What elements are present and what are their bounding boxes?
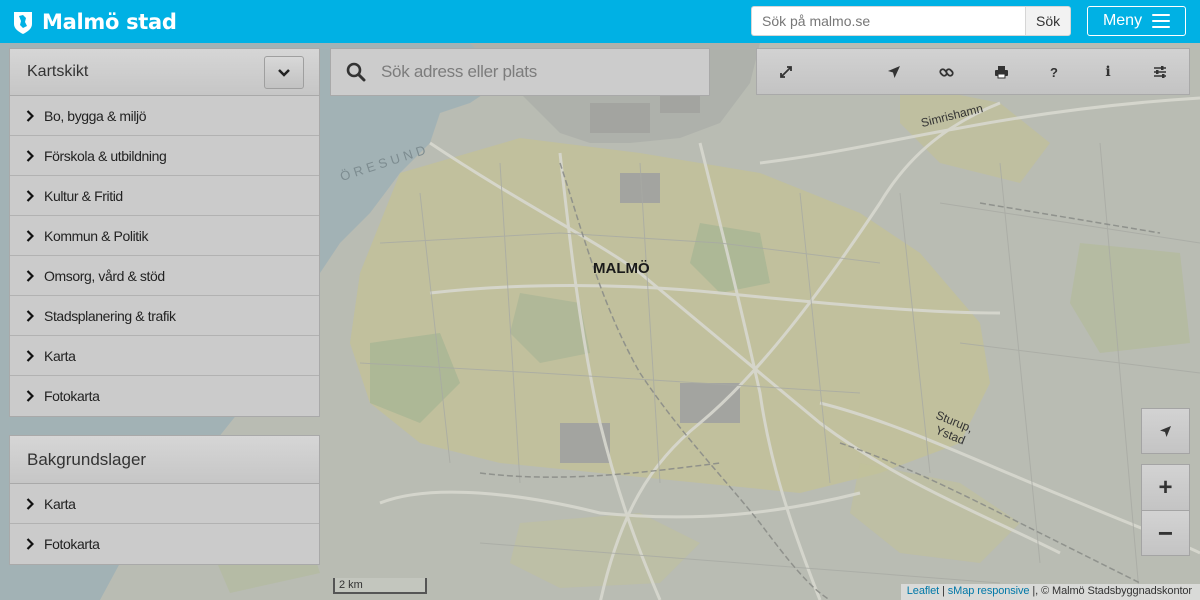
location-arrow-icon (1160, 425, 1171, 437)
menu-button[interactable]: Meny (1087, 6, 1186, 36)
layer-group-label: Kultur & Fritid (44, 187, 123, 204)
chevron-right-icon (26, 309, 34, 322)
settings-sliders-icon (1154, 66, 1166, 78)
layer-group-label: Karta (44, 347, 76, 364)
layer-group-forskola-utbildning[interactable]: Förskola & utbildning (10, 136, 319, 176)
info-button[interactable]: i (1097, 61, 1119, 83)
base-layer-label: Karta (44, 495, 76, 512)
link-button[interactable] (935, 61, 957, 83)
minus-icon: − (1157, 517, 1174, 548)
layer-group-label: Fotokarta (44, 388, 100, 404)
fullscreen-icon (780, 66, 792, 78)
layer-group-bo-bygga-miljo[interactable]: Bo, bygga & miljö (10, 96, 319, 136)
layer-group-omsorg-vard-stod[interactable]: Omsorg, vård & stöd (10, 256, 319, 296)
menu-label: Meny (1102, 12, 1143, 29)
print-button[interactable] (990, 61, 1012, 83)
layer-group-label: Stadsplanering & trafik (44, 307, 176, 324)
leaflet-link[interactable]: Leaflet (907, 585, 939, 597)
background-layers-title: Bakgrundslager (27, 449, 147, 469)
chevron-right-icon (26, 538, 34, 550)
chevron-right-icon (26, 109, 34, 122)
layer-group-label: Omsorg, vård & stöd (44, 267, 165, 284)
site-search: Sök (751, 6, 1071, 36)
map-attribution: Leaflet | sMap responsive |, © Malmö Sta… (900, 584, 1200, 600)
chevron-right-icon (26, 229, 34, 242)
map-search-box (330, 48, 710, 96)
airplane-button[interactable] (883, 61, 905, 83)
layer-group-stadsplanering-trafik[interactable]: Stadsplanering & trafik (10, 296, 319, 336)
airplane-icon (888, 66, 900, 78)
layer-group-kommun-politik[interactable]: Kommun & Politik (10, 216, 319, 256)
info-icon: i (1105, 64, 1111, 80)
site-logo[interactable]: Malmö stad (12, 7, 177, 37)
map-scale: 2 km (333, 578, 427, 594)
chevron-right-icon (26, 149, 34, 162)
zoom-in-button[interactable]: + (1141, 464, 1190, 510)
layers-panel: Kartskikt Bo, bygga & miljö Förskola & u… (9, 48, 320, 417)
griffin-logo-icon (14, 12, 32, 34)
hamburger-icon (1152, 14, 1171, 28)
site-search-button[interactable]: Sök (1025, 6, 1071, 36)
link-icon (938, 67, 954, 77)
fullscreen-button[interactable] (775, 61, 797, 83)
map-label-city: MALMÖ (593, 260, 650, 277)
layer-group-fotokarta[interactable]: Fotokarta (10, 376, 319, 416)
base-layer-karta[interactable]: Karta (10, 484, 319, 524)
site-search-input[interactable] (751, 6, 1026, 36)
settings-button[interactable] (1149, 61, 1171, 83)
search-icon (346, 62, 366, 82)
chevron-right-icon (26, 390, 34, 402)
background-layers-panel: Bakgrundslager Karta Fotokarta (9, 435, 320, 565)
help-button[interactable]: ? (1043, 61, 1065, 83)
layer-group-label: Bo, bygga & miljö (44, 107, 147, 124)
background-layers-header: Bakgrundslager (10, 436, 319, 484)
zoom-out-button[interactable]: − (1141, 510, 1190, 556)
layers-panel-title: Kartskikt (27, 63, 89, 80)
site-header: Malmö stad Sök Meny (0, 0, 1200, 43)
base-layer-label: Fotokarta (44, 536, 100, 552)
collapse-panel-button[interactable] (264, 56, 304, 89)
chevron-right-icon (26, 269, 34, 282)
chevron-right-icon (26, 497, 34, 510)
chevron-right-icon (26, 349, 34, 362)
base-layer-fotokarta[interactable]: Fotokarta (10, 524, 319, 564)
plus-icon: + (1158, 473, 1173, 501)
chevron-down-icon (278, 68, 290, 77)
attribution-text: |, © Malmö Stadsbyggnadskontor (1029, 585, 1192, 597)
layers-panel-header: Kartskikt (10, 49, 319, 96)
map-search-input[interactable] (381, 62, 701, 82)
help-icon: ? (1050, 64, 1058, 80)
attribution-separator: | (939, 585, 948, 597)
map-toolbar: ? i (756, 48, 1190, 95)
smap-link[interactable]: sMap responsive (948, 585, 1030, 597)
layer-group-kultur-fritid[interactable]: Kultur & Fritid (10, 176, 319, 216)
locate-me-button[interactable] (1141, 408, 1190, 454)
print-icon (994, 66, 1008, 79)
chevron-right-icon (26, 189, 34, 202)
brand-name: Malmö stad (42, 10, 177, 34)
layer-group-label: Kommun & Politik (44, 227, 149, 244)
layer-group-karta[interactable]: Karta (10, 336, 319, 376)
layer-group-label: Förskola & utbildning (44, 147, 167, 164)
